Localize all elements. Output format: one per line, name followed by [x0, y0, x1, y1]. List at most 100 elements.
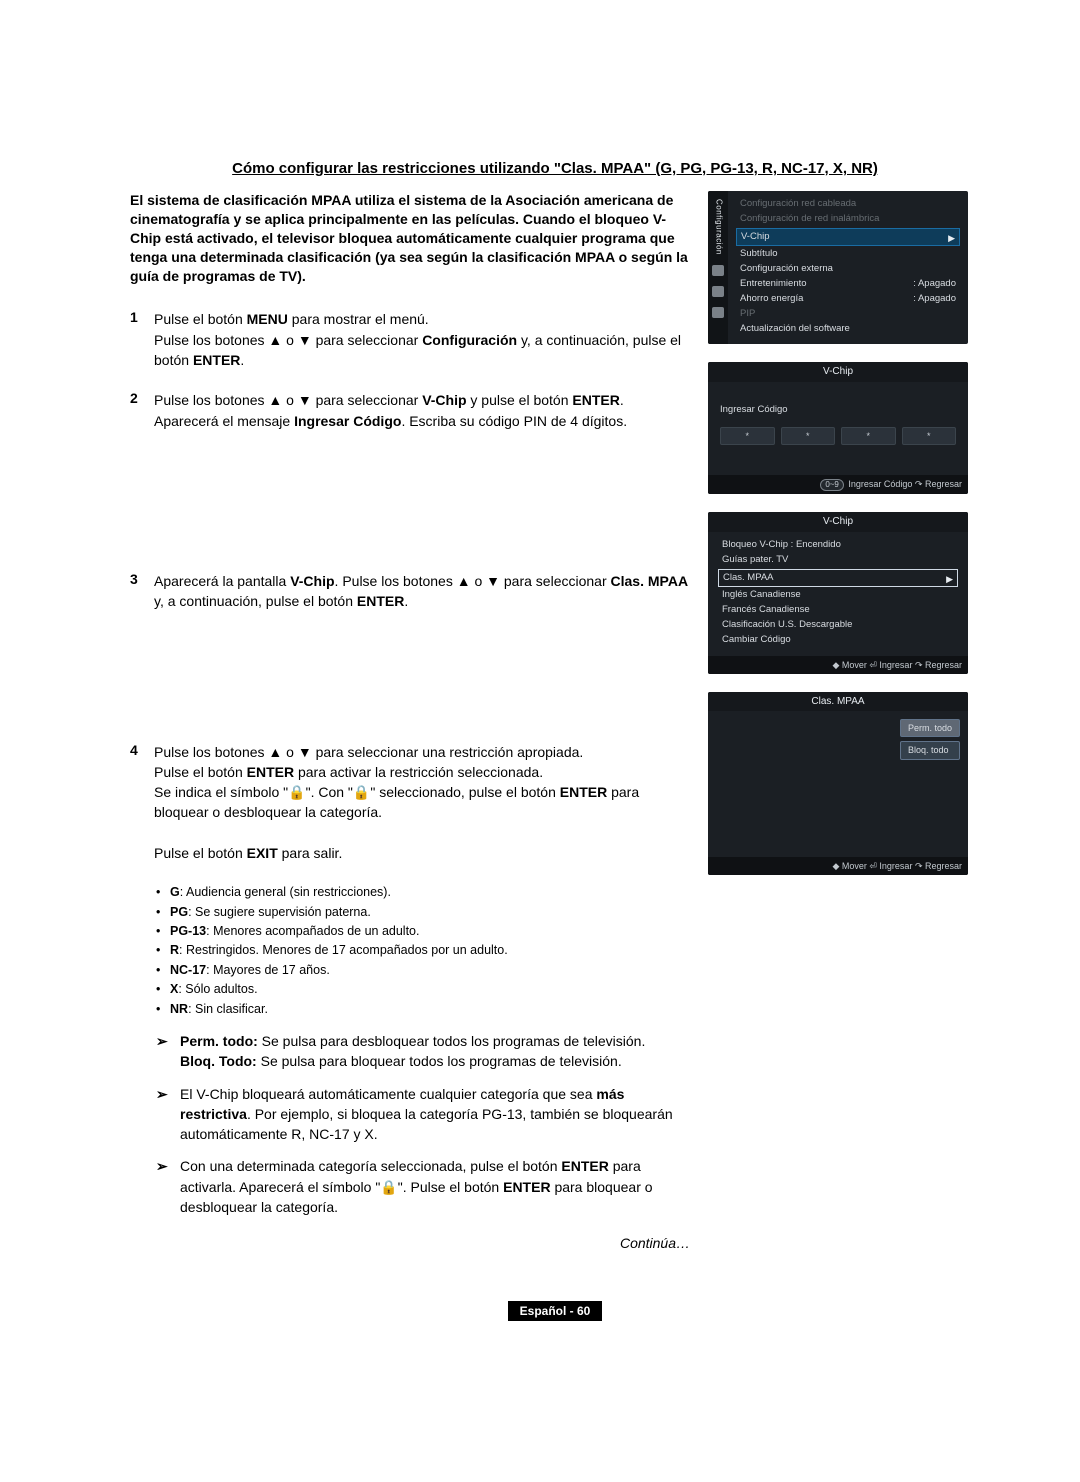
- text: Aparecerá el mensaje: [154, 413, 294, 429]
- pin-digit-input[interactable]: *: [781, 427, 836, 445]
- text: Pulse el botón: [154, 311, 247, 327]
- text: Pulse los botones ▲ o ▼ para seleccionar…: [154, 744, 583, 760]
- text: ". Con ": [306, 784, 353, 800]
- arrow-icon: ➢: [156, 1031, 180, 1072]
- osd-clas-mpaa: Clas. MPAA Perm. todo Bloq. todo ◆ Mover…: [708, 692, 968, 876]
- step-body: Pulse el botón MENU para mostrar el menú…: [154, 309, 690, 370]
- osd-item-frances[interactable]: Francés Canadiense: [718, 603, 958, 618]
- osd-footer: ◆ Mover ⏎ Ingresar ↷ Regresar: [708, 857, 968, 875]
- lock-icon: 🔒: [288, 784, 305, 800]
- text: Pulse el botón: [154, 764, 247, 780]
- step-number: 2: [130, 390, 154, 431]
- text: ". Pulse el botón: [398, 1179, 503, 1195]
- page-badge: Español - 60: [508, 1301, 603, 1321]
- osd-item-ahorro[interactable]: Ahorro energía : Apagado: [736, 292, 960, 307]
- rating-item: •PG: Se sugiere supervisión paterna.: [156, 903, 690, 922]
- step-body: Pulse los botones ▲ o ▼ para seleccionar…: [154, 390, 690, 431]
- step-number: 4: [130, 742, 154, 864]
- ratings-list: •G: Audiencia general (sin restricciones…: [156, 883, 690, 1019]
- spacer: [130, 632, 690, 742]
- osd-mpaa-buttons: Perm. todo Bloq. todo: [900, 719, 960, 759]
- text: Pulse los botones ▲ o ▼ para seleccionar: [154, 392, 422, 408]
- footer-lang: Español -: [520, 1304, 577, 1318]
- osd-item-clas-mpaa-selected[interactable]: Clas. MPAA ▶: [718, 569, 958, 588]
- osd-item-label: V-Chip: [741, 231, 770, 242]
- rating-desc: : Sin clasificar.: [188, 1002, 268, 1016]
- text: El V-Chip bloqueará automáticamente cual…: [180, 1086, 596, 1102]
- page-footer: Español - 60: [130, 1301, 980, 1321]
- step-3: 3 Aparecerá la pantalla V-Chip. Pulse lo…: [130, 571, 690, 612]
- rating-desc: : Menores acompañados de un adulto.: [206, 924, 419, 938]
- text: . Por ejemplo, si bloquea la categoría P…: [180, 1106, 673, 1142]
- gear-icon: [712, 265, 724, 276]
- osd-vchip-menu: V-Chip Bloqueo V-Chip : Encendido Guías …: [708, 512, 968, 673]
- lock-icon: 🔒: [353, 784, 370, 800]
- rating-item: •NR: Sin clasificar.: [156, 1000, 690, 1019]
- osd-item-vchip-selected[interactable]: V-Chip ▶: [736, 228, 960, 247]
- screen-vchip: V-Chip: [290, 573, 334, 589]
- screen-icon: [712, 307, 724, 318]
- step-2: 2 Pulse los botones ▲ o ▼ para seleccion…: [130, 390, 690, 431]
- osd-item-cambiar-codigo[interactable]: Cambiar Código: [718, 633, 958, 648]
- rating-code: G: [170, 885, 180, 899]
- arrow-icon: ➢: [156, 1156, 180, 1217]
- osd-item-ingles[interactable]: Inglés Canadiense: [718, 588, 958, 603]
- key-exit: EXIT: [247, 845, 278, 861]
- osd-item-usdl[interactable]: Clasificación U.S. Descargable: [718, 618, 958, 633]
- rating-item: •NC-17: Mayores de 17 años.: [156, 961, 690, 980]
- perm-todo-button[interactable]: Perm. todo: [900, 719, 960, 737]
- bullet-icon: •: [156, 903, 170, 922]
- intro-paragraph: El sistema de clasificación MPAA utiliza…: [130, 191, 690, 285]
- osd-item-bloqueo[interactable]: Bloqueo V-Chip : Encendido: [718, 538, 958, 553]
- osd-item-subtitulo[interactable]: Subtítulo: [736, 247, 960, 262]
- osd-title: V-Chip: [708, 512, 968, 532]
- osd-footer: ◆ Mover ⏎ Ingresar ↷ Regresar: [708, 656, 968, 674]
- rating-item: •G: Audiencia general (sin restricciones…: [156, 883, 690, 902]
- osd-footer: 0~9 Ingresar Código ↷ Regresar: [708, 475, 968, 495]
- pin-digit-input[interactable]: *: [720, 427, 775, 445]
- osd-title: V-Chip: [708, 362, 968, 382]
- chevron-right-icon: ▶: [948, 232, 955, 244]
- bullet-icon: •: [156, 980, 170, 999]
- osd-item-wired[interactable]: Configuración red cableada: [736, 197, 960, 212]
- osd-key: Bloqueo V-Chip: [722, 539, 788, 550]
- key-enter: ENTER: [561, 1158, 608, 1174]
- arrow-icon: ➢: [156, 1084, 180, 1145]
- label-bloq-todo: Bloq. Todo:: [180, 1053, 257, 1069]
- bloq-todo-button[interactable]: Bloq. todo: [900, 741, 960, 759]
- text: Se pulsa para desbloquear todos los prog…: [258, 1033, 646, 1049]
- rating-code: PG-13: [170, 924, 206, 938]
- menu-configuracion: Configuración: [422, 332, 517, 348]
- osd-mpaa-body: Perm. todo Bloq. todo: [708, 711, 968, 857]
- osd-item-wireless[interactable]: Configuración de red inalámbrica: [736, 212, 960, 227]
- bullet-icon: •: [156, 941, 170, 960]
- note-list: ➢ Perm. todo: Se pulsa para desbloquear …: [156, 1031, 690, 1217]
- osd-pin-entry: V-Chip Ingresar Código * * * * 0~9 Ingre…: [708, 362, 968, 494]
- text: y pulse el botón: [467, 392, 573, 408]
- text: para activar la restricción seleccionada…: [294, 764, 543, 780]
- osd-item-entretenimiento[interactable]: Entretenimiento : Apagado: [736, 277, 960, 292]
- osd-pin-label: Ingresar Código: [720, 404, 956, 417]
- text: " seleccionado, pulse el botón: [370, 784, 559, 800]
- pin-digit-input[interactable]: *: [841, 427, 896, 445]
- two-column-layout: El sistema de clasificación MPAA utiliza…: [130, 191, 980, 1251]
- text: para salir.: [278, 845, 343, 861]
- pin-digit-input[interactable]: *: [902, 427, 957, 445]
- note-item: ➢ Perm. todo: Se pulsa para desbloquear …: [156, 1031, 690, 1072]
- rating-desc: : Audiencia general (sin restricciones).: [180, 885, 391, 899]
- text: Se pulsa para bloquear todos los program…: [257, 1053, 622, 1069]
- osd-item-software[interactable]: Actualización del software: [736, 322, 960, 337]
- osd-value: : Encendido: [791, 539, 841, 550]
- text: Aparecerá la pantalla: [154, 573, 290, 589]
- msg-ingresar-codigo: Ingresar Código: [294, 413, 401, 429]
- text: Pulse los botones ▲ o ▼ para seleccionar: [154, 332, 422, 348]
- rating-desc: : Mayores de 17 años.: [206, 963, 330, 977]
- osd-item-config-externa[interactable]: Configuración externa: [736, 262, 960, 277]
- menu-clas-mpaa: Clas. MPAA: [611, 573, 689, 589]
- osd-item-pip[interactable]: PIP: [736, 307, 960, 322]
- osd-item-guias[interactable]: Guías pater. TV: [718, 553, 958, 568]
- osd-sidebar: Configuración: [708, 191, 728, 344]
- osd-footer-hints: Ingresar Código ↷ Regresar: [846, 479, 962, 489]
- osd-pin-body: Ingresar Código * * * *: [708, 382, 968, 475]
- text: .: [620, 392, 624, 408]
